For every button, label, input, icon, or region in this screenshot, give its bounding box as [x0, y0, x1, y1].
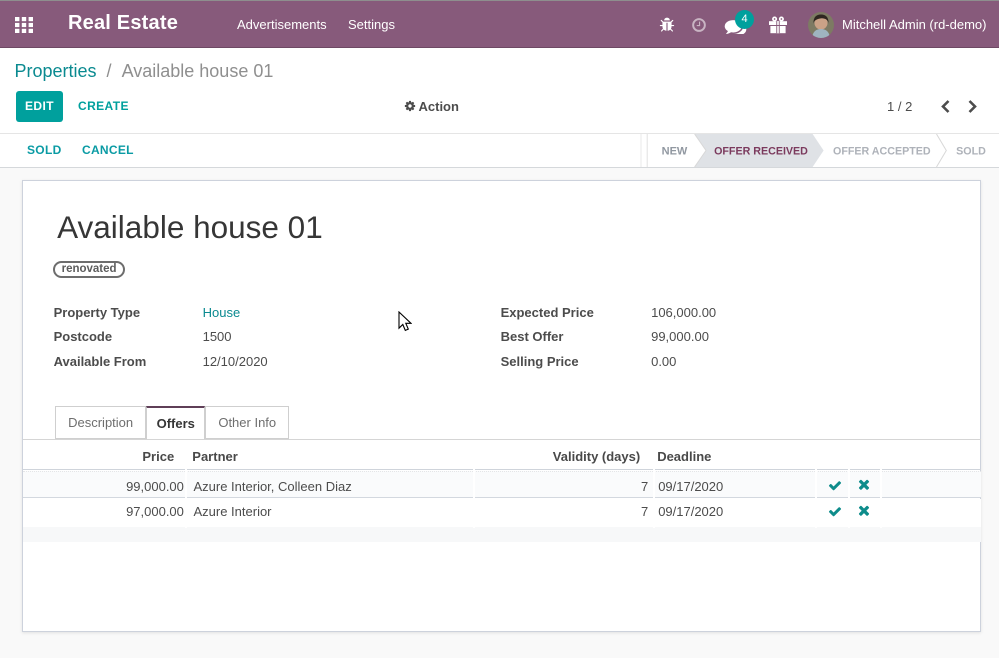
svg-text:NEW: NEW: [662, 146, 688, 158]
svg-text:OFFER ACCEPTED: OFFER ACCEPTED: [833, 146, 931, 158]
svg-text:OFFER RECEIVED: OFFER RECEIVED: [714, 146, 808, 158]
svg-text:SOLD: SOLD: [956, 146, 986, 158]
